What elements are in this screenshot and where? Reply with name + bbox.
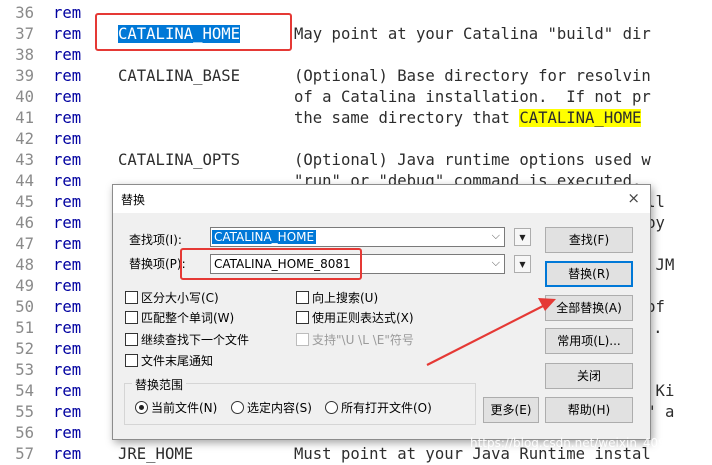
watermark: https://blog.csdn.net/weixin_40951668	[469, 436, 704, 450]
annotation-arrow	[426, 298, 556, 366]
